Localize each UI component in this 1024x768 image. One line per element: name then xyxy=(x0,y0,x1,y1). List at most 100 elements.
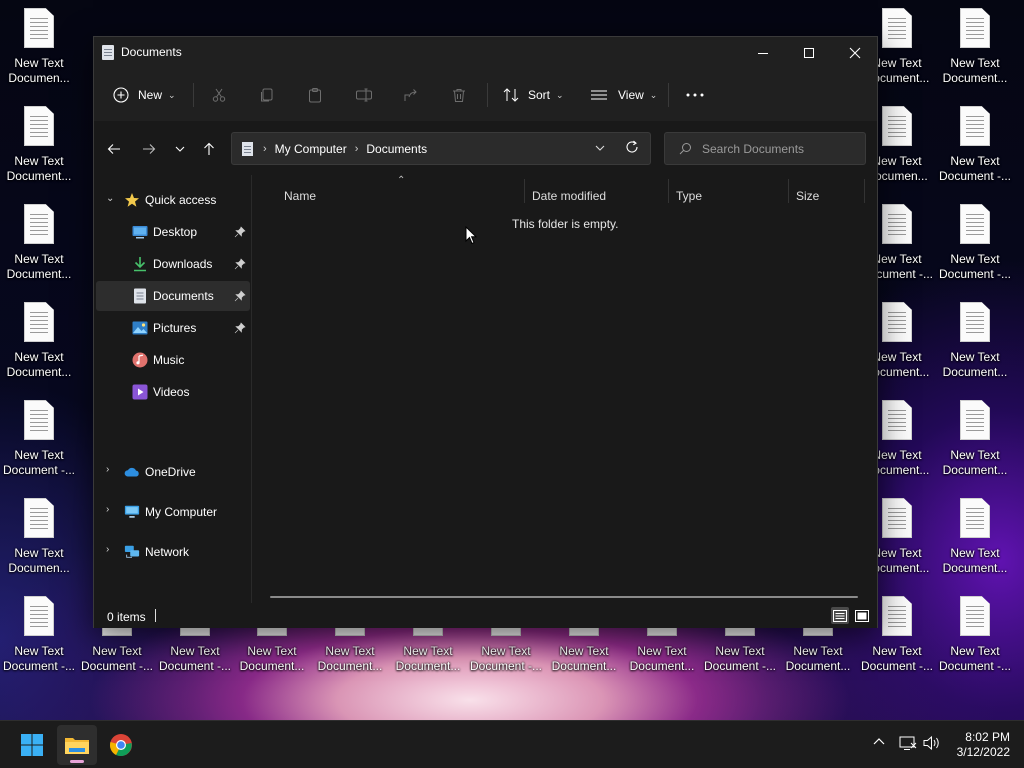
nav-downloads[interactable]: Downloads xyxy=(96,249,250,279)
column-divider[interactable] xyxy=(668,179,669,203)
desktop-file-label: New Text Document... xyxy=(6,154,72,183)
desktop-file-label: New Text Document... xyxy=(317,644,383,673)
nav-documents[interactable]: Documents xyxy=(96,281,250,311)
large-icons-view-button[interactable] xyxy=(853,607,871,624)
divider xyxy=(487,83,488,107)
item-count: 0 items xyxy=(107,610,146,624)
copy-button[interactable] xyxy=(259,83,275,107)
desktop-file-label: New Text Document... xyxy=(785,644,851,673)
cut-button[interactable] xyxy=(211,83,227,107)
recent-locations-button[interactable] xyxy=(168,137,192,161)
rename-button[interactable] xyxy=(355,83,373,107)
close-button[interactable] xyxy=(832,37,878,69)
taskbar-file-explorer[interactable] xyxy=(57,725,97,765)
up-button[interactable] xyxy=(197,137,221,161)
breadcrumb-documents[interactable]: Documents xyxy=(366,142,427,156)
view-button[interactable]: View ⌄ xyxy=(590,83,657,107)
desktop-file-icon[interactable]: New Text Document -... xyxy=(936,204,1014,294)
clock-time: 8:02 PM xyxy=(965,730,1010,744)
network-status-button[interactable] xyxy=(899,735,917,754)
back-button[interactable] xyxy=(102,137,126,161)
details-view-button[interactable] xyxy=(831,607,849,624)
desktop-file-icon[interactable]: New Text Document... xyxy=(936,302,1014,392)
nav-music[interactable]: Music xyxy=(96,345,250,375)
text-document-icon xyxy=(960,204,990,244)
title-bar[interactable]: Documents xyxy=(94,37,877,69)
file-list[interactable]: ⌃ Name Date modified Type Size This fold… xyxy=(252,175,877,603)
desktop-file-label: New Text Document... xyxy=(942,546,1008,575)
desktop-file-label: New Text Documen... xyxy=(8,56,70,85)
desktop-file-icon[interactable]: New Text Document... xyxy=(936,8,1014,98)
column-header-size[interactable]: Size xyxy=(796,189,819,203)
desktop-file-label: New Text Document -... xyxy=(860,644,934,673)
text-document-icon xyxy=(960,8,990,48)
desktop-file-icon[interactable]: New Text Documen... xyxy=(0,498,78,588)
column-divider[interactable] xyxy=(864,179,865,203)
desktop-file-icon[interactable]: New Text Documen... xyxy=(0,8,78,98)
details-view-icon xyxy=(833,609,847,622)
computer-icon xyxy=(124,504,140,520)
divider xyxy=(155,609,156,622)
breadcrumb-my-computer[interactable]: My Computer xyxy=(275,142,347,156)
search-box[interactable] xyxy=(664,132,866,165)
refresh-button[interactable] xyxy=(624,139,640,158)
sort-icon xyxy=(503,88,519,102)
show-hidden-icons-button[interactable] xyxy=(872,735,886,752)
desktop-file-icon[interactable]: New Text Document... xyxy=(936,498,1014,588)
status-bar: 0 items xyxy=(94,603,877,628)
pin-icon xyxy=(234,258,246,273)
new-button[interactable]: New ⌄ xyxy=(113,83,176,107)
see-more-button[interactable] xyxy=(685,83,705,107)
desktop-file-icon[interactable]: New Text Document -... xyxy=(0,400,78,490)
desktop-file-label: New Text Document... xyxy=(942,350,1008,379)
music-icon xyxy=(132,352,148,368)
mouse-cursor-icon xyxy=(465,226,477,245)
active-indicator xyxy=(70,760,84,763)
desktop-file-icon[interactable]: New Text Document -... xyxy=(936,106,1014,196)
volume-button[interactable] xyxy=(923,735,941,754)
horizontal-scrollbar[interactable] xyxy=(270,596,858,598)
nav-network[interactable]: › Network xyxy=(96,537,250,567)
desktop-file-icon[interactable]: New Text Document... xyxy=(0,204,78,294)
maximize-button[interactable] xyxy=(786,37,832,69)
address-history-dropdown[interactable] xyxy=(594,142,606,156)
text-document-icon xyxy=(24,8,54,48)
column-header-date-modified[interactable]: Date modified xyxy=(532,189,606,203)
taskbar-chrome[interactable] xyxy=(101,725,141,765)
desktop-file-label: New Text Document -... xyxy=(158,644,232,673)
empty-folder-message: This folder is empty. xyxy=(512,217,619,231)
desktop-file-icon[interactable]: New Text Document... xyxy=(0,302,78,392)
column-header-name[interactable]: Name xyxy=(284,189,316,203)
address-bar[interactable]: › My Computer › Documents xyxy=(231,132,651,165)
column-divider[interactable] xyxy=(524,179,525,203)
desktop-file-icon[interactable]: New Text Document... xyxy=(0,106,78,196)
desktop-icon xyxy=(132,224,148,240)
desktop-file-icon[interactable]: New Text Document... xyxy=(936,400,1014,490)
text-document-icon xyxy=(24,400,54,440)
system-clock[interactable]: 8:02 PM 3/12/2022 xyxy=(957,730,1010,760)
nav-my-computer[interactable]: › My Computer xyxy=(96,497,250,527)
chevron-right-icon: › xyxy=(263,142,267,155)
share-button[interactable] xyxy=(403,83,419,107)
desktop-file-icon[interactable]: New Text Document -... xyxy=(0,596,78,686)
search-input[interactable] xyxy=(702,141,862,156)
delete-button[interactable] xyxy=(451,83,467,107)
nav-downloads-label: Downloads xyxy=(153,257,213,271)
chevron-down-icon xyxy=(595,145,605,151)
arrow-right-icon xyxy=(143,144,156,154)
paste-button[interactable] xyxy=(307,83,323,107)
nav-onedrive[interactable]: › OneDrive xyxy=(96,457,250,487)
nav-desktop[interactable]: Desktop xyxy=(96,217,250,247)
sort-button[interactable]: Sort ⌄ xyxy=(502,83,564,107)
forward-button[interactable] xyxy=(137,137,161,161)
share-icon xyxy=(404,89,417,101)
nav-quick-access[interactable]: ⌄ Quick access xyxy=(96,185,250,215)
nav-videos[interactable]: Videos xyxy=(96,377,250,407)
column-header-type[interactable]: Type xyxy=(676,189,702,203)
nav-pictures[interactable]: Pictures xyxy=(96,313,250,343)
desktop-file-icon[interactable]: New Text Document -... xyxy=(936,596,1014,686)
start-button[interactable] xyxy=(12,725,52,765)
text-document-icon xyxy=(24,106,54,146)
column-divider[interactable] xyxy=(788,179,789,203)
minimize-button[interactable] xyxy=(740,37,786,69)
